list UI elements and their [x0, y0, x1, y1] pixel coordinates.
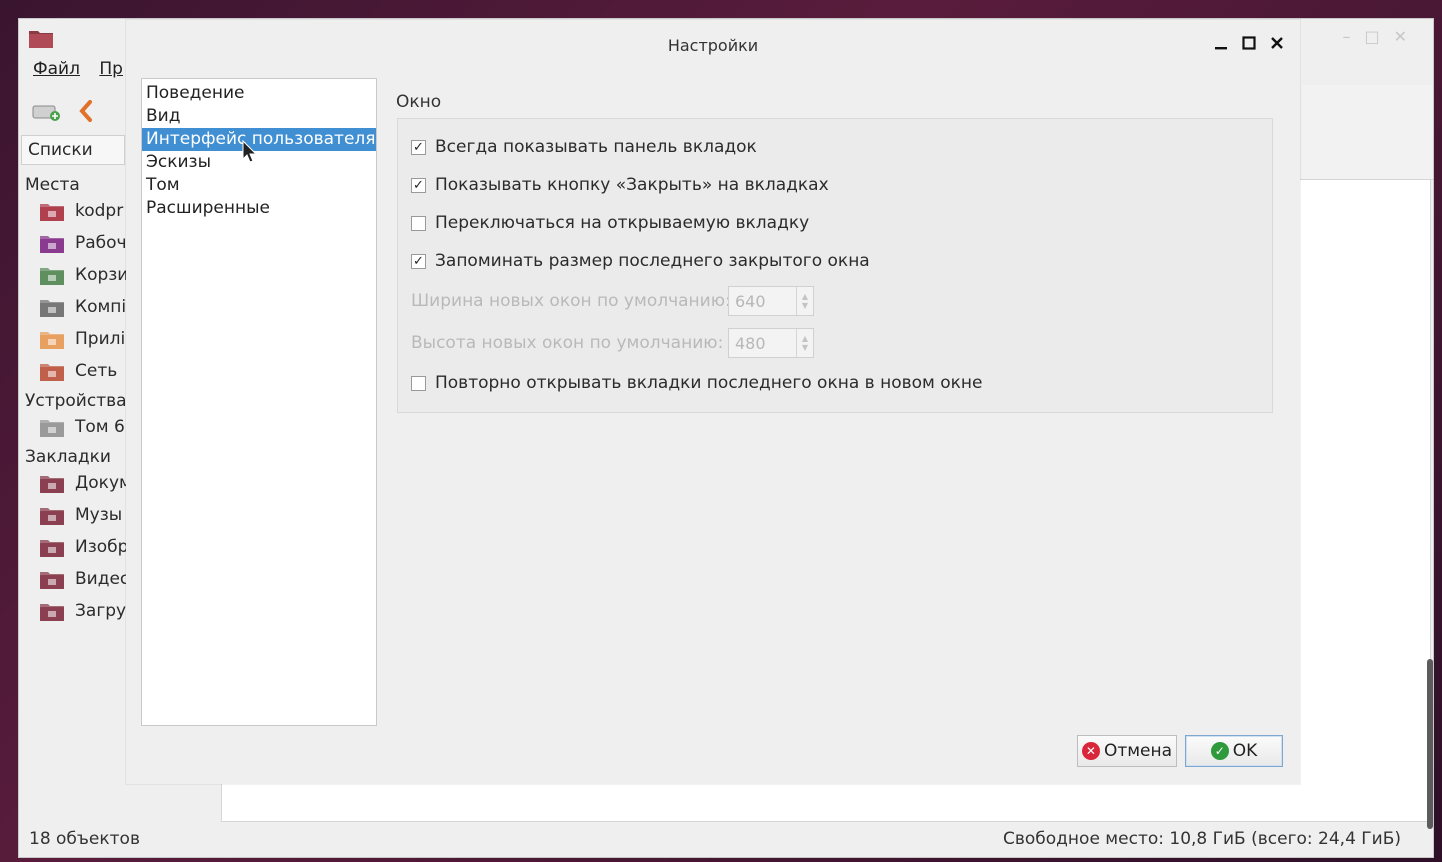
network-folder-icon — [39, 359, 65, 383]
folder-app-icon — [29, 31, 53, 48]
videos-folder-icon — [39, 567, 65, 591]
category-behavior[interactable]: Поведение — [142, 82, 376, 105]
sidebar-item-trash[interactable]: Корзи — [19, 259, 139, 291]
menu-file[interactable]: Файл — [33, 59, 80, 79]
bookmarks-header: Закладки — [25, 447, 111, 467]
option-reopen-tabs[interactable]: Повторно открывать вкладки последнего ок… — [411, 373, 983, 393]
spin-arrows-icon: ▲ ▼ — [796, 329, 813, 357]
minimize-button[interactable] — [1212, 34, 1230, 52]
sidebar-item-volume[interactable]: Том 6 — [19, 411, 139, 443]
category-view[interactable]: Вид — [142, 105, 376, 128]
sidebar-item-applications[interactable]: Прилі — [19, 323, 139, 355]
sidebar-item-network[interactable]: Сеть — [19, 355, 139, 387]
desktop-folder-icon — [39, 231, 65, 255]
back-button[interactable] — [69, 95, 103, 127]
side-panel-selector[interactable]: Списки — [21, 135, 125, 165]
applications-icon — [39, 327, 65, 351]
usb-drive-icon — [39, 415, 65, 439]
checkbox[interactable] — [411, 215, 426, 231]
computer-icon — [39, 295, 65, 319]
sidebar-item-computer[interactable]: Компі — [19, 291, 139, 323]
status-free-space: Свободное место: 10,8 ГиБ (всего: 24,4 Г… — [1003, 829, 1401, 849]
fm-location-bar — [1302, 85, 1433, 132]
checkbox[interactable]: ✓ — [411, 177, 426, 193]
checkbox[interactable]: ✓ — [411, 253, 426, 269]
fm-sidebar: Места kodpr Рабоч Корзи Компі Прилі Сеть… — [19, 171, 139, 627]
menu-edit[interactable]: Пр — [99, 59, 123, 79]
minimize-icon — [1215, 47, 1227, 50]
category-advanced[interactable]: Расширенные — [142, 197, 376, 220]
default-height-label: Высота новых окон по умолчанию: — [411, 333, 724, 353]
trash-icon — [39, 263, 65, 287]
checkbox[interactable] — [411, 375, 426, 391]
sidebar-item-music[interactable]: Музы — [19, 499, 139, 531]
new-tab-icon — [32, 105, 60, 121]
category-volume[interactable]: Том — [142, 174, 376, 197]
fm-menubar: Файл Пр — [33, 59, 137, 79]
downloads-folder-icon — [39, 599, 65, 623]
preferences-dialog: Настройки Поведение Вид Интерфейс пользо… — [126, 20, 1300, 784]
spin-arrows-icon: ▲ ▼ — [796, 287, 813, 315]
sidebar-item-pictures[interactable]: Изобр — [19, 531, 139, 563]
fm-tab-bar — [1302, 131, 1433, 180]
maximize-icon — [1242, 36, 1256, 50]
status-object-count: 18 объектов — [29, 829, 140, 849]
window-group-title: Окно — [396, 92, 442, 112]
documents-folder-icon — [39, 471, 65, 495]
cancel-icon: ✕ — [1081, 742, 1100, 760]
option-switch-to-new-tab[interactable]: Переключаться на открываемую вкладку — [411, 213, 809, 233]
ok-check-icon: ✓ — [1210, 742, 1229, 760]
fm-toolbar — [29, 95, 139, 129]
home-folder-icon — [39, 199, 65, 223]
dialog-window-controls — [1212, 34, 1286, 52]
window-options-group: ✓ Всегда показывать панель вкладок ✓ Пок… — [397, 118, 1273, 413]
fm-window-controls[interactable]: –□✕ — [1342, 27, 1421, 46]
default-width-label: Ширина новых окон по умолчанию: — [411, 291, 731, 311]
fm-scrollbar[interactable] — [1427, 659, 1433, 829]
mouse-cursor-icon — [242, 140, 258, 163]
cancel-button[interactable]: ✕ Отмена — [1077, 735, 1177, 767]
sidebar-item-videos[interactable]: Видес — [19, 563, 139, 595]
ok-button[interactable]: ✓ OK — [1185, 735, 1283, 767]
option-always-show-tabs[interactable]: ✓ Всегда показывать панель вкладок — [411, 137, 757, 157]
checkbox[interactable]: ✓ — [411, 139, 426, 155]
default-width-value: 640 — [735, 291, 766, 311]
pictures-folder-icon — [39, 535, 65, 559]
music-folder-icon — [39, 503, 65, 527]
close-button[interactable] — [1268, 34, 1286, 52]
default-height-spinbox: 480 ▲ ▼ — [728, 328, 814, 358]
close-icon — [1271, 37, 1283, 49]
new-tab-button[interactable] — [29, 95, 63, 127]
sidebar-item-downloads[interactable]: Загру — [19, 595, 139, 627]
sidebar-item-documents[interactable]: Докум — [19, 467, 139, 499]
category-list: Поведение Вид Интерфейс пользователя Эск… — [141, 78, 377, 726]
dialog-title: Настройки — [667, 36, 759, 55]
back-arrow-icon — [79, 100, 92, 122]
default-height-value: 480 — [735, 333, 766, 353]
sidebar-item-desktop[interactable]: Рабоч — [19, 227, 139, 259]
option-remember-window-size[interactable]: ✓ Запоминать размер последнего закрытого… — [411, 251, 870, 271]
sidebar-item-home[interactable]: kodpr — [19, 195, 139, 227]
default-width-spinbox: 640 ▲ ▼ — [728, 286, 814, 316]
maximize-button[interactable] — [1240, 34, 1258, 52]
places-header: Места — [25, 175, 80, 195]
category-user-interface[interactable]: Интерфейс пользователя — [142, 128, 376, 151]
option-show-close-on-tabs[interactable]: ✓ Показывать кнопку «Закрыть» на вкладка… — [411, 175, 829, 195]
category-thumbnails[interactable]: Эскизы — [142, 151, 376, 174]
devices-header: Устройства — [25, 391, 127, 411]
